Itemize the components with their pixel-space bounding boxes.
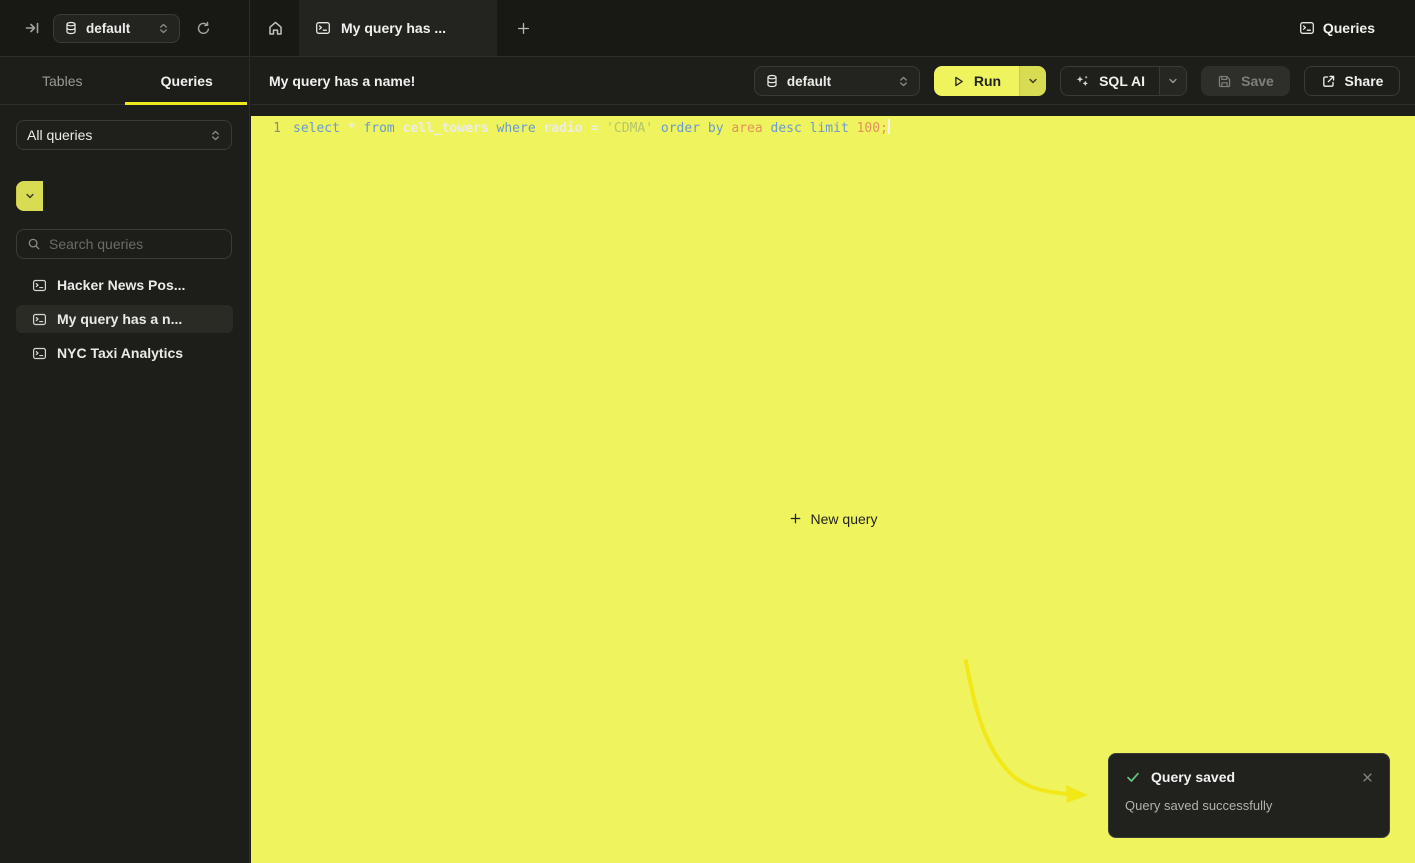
sidebar-tab-tables[interactable]: Tables [0, 58, 125, 104]
database-icon [765, 74, 779, 88]
terminal-icon [32, 312, 47, 327]
share-external-icon [1321, 74, 1336, 89]
toast-message: Query saved successfully [1125, 798, 1373, 813]
sidebar-tabs: Tables Queries [0, 58, 249, 105]
sidebar-tab-tables-label: Tables [42, 73, 82, 89]
sql-ai-button[interactable]: SQL AI [1061, 67, 1159, 95]
close-icon [1362, 772, 1373, 783]
check-icon [1125, 769, 1141, 785]
sql-token: order by [661, 121, 731, 136]
topbar-database-selector[interactable]: default [53, 14, 180, 43]
search-icon [27, 237, 41, 251]
sql-token: where [497, 121, 544, 136]
editor-line-number: 1 [251, 119, 281, 139]
terminal-icon [32, 346, 47, 361]
new-query-dropdown-button[interactable] [16, 181, 43, 211]
chevron-down-icon [25, 191, 35, 201]
text-cursor [888, 119, 890, 134]
arrow-to-bar-icon [24, 20, 40, 36]
sql-token: limit [810, 121, 857, 136]
save-button[interactable]: Save [1201, 66, 1290, 96]
database-selector-value: default [86, 21, 130, 36]
sql-token: desc [771, 121, 810, 136]
collapse-sidebar-button[interactable] [24, 20, 40, 36]
query-toolbar: My query has a name! default Run [251, 58, 1415, 105]
play-icon [952, 75, 965, 88]
share-button-label: Share [1345, 73, 1384, 89]
plus-icon [516, 21, 531, 36]
toast-header: Query saved [1125, 769, 1373, 785]
sql-ai-button-label: SQL AI [1099, 73, 1145, 89]
sql-token: cell_towers [403, 121, 497, 136]
toolbar-actions: default Run SQL AI [754, 66, 1400, 96]
sql-ai-dropdown-button[interactable] [1159, 67, 1186, 95]
main-area: My query has a name! default Run [251, 58, 1415, 863]
new-query-split-button: New query [16, 181, 232, 211]
sql-token: 100 [857, 121, 880, 136]
terminal-icon [315, 20, 331, 36]
toast-close-button[interactable] [1362, 772, 1373, 783]
home-icon [267, 20, 284, 37]
toast-title: Query saved [1151, 769, 1235, 785]
sql-console-app: default My query has ... Queries Tables [0, 0, 1415, 863]
chevron-up-down-icon [898, 76, 909, 87]
query-list-item-label: Hacker News Pos... [57, 277, 185, 293]
query-filter-select[interactable]: All queries [16, 120, 232, 150]
query-list-item[interactable]: NYC Taxi Analytics [16, 339, 233, 367]
sidebar: Tables Queries All queries New query [0, 58, 250, 863]
query-filter-value: All queries [27, 127, 92, 143]
sql-token: ; [880, 121, 888, 136]
run-dropdown-button[interactable] [1019, 66, 1046, 96]
toolbar-database-value: default [787, 74, 831, 89]
query-tab[interactable]: My query has ... [299, 0, 497, 56]
chevron-up-down-icon [210, 130, 221, 141]
refresh-button[interactable] [190, 15, 216, 41]
run-button[interactable]: Run [934, 66, 1019, 96]
sidebar-tab-queries-label: Queries [161, 73, 213, 89]
terminal-icon [1299, 20, 1315, 36]
search-queries-box [16, 229, 232, 259]
run-split-button: Run [934, 66, 1046, 96]
sparkles-icon [1075, 74, 1090, 89]
topbar-left-section: default [0, 0, 250, 56]
sql-token: = [590, 121, 606, 136]
refresh-icon [196, 21, 211, 36]
chevron-down-icon [1168, 76, 1178, 86]
queries-label: Queries [1323, 20, 1375, 36]
save-button-label: Save [1241, 73, 1274, 89]
query-list-item[interactable]: Hacker News Pos... [16, 271, 233, 299]
run-button-label: Run [974, 73, 1001, 89]
database-icon [64, 21, 78, 35]
new-tab-button[interactable] [509, 13, 537, 43]
sql-token: select [293, 121, 348, 136]
query-list-item-selected[interactable]: My query has a n... [16, 305, 233, 333]
chevron-up-down-icon [158, 23, 169, 34]
query-list-item-label: NYC Taxi Analytics [57, 345, 183, 361]
share-button[interactable]: Share [1304, 66, 1400, 96]
query-tab-label: My query has ... [341, 20, 446, 36]
sidebar-content: All queries New query Hacker N [0, 105, 249, 367]
chevron-down-icon [1028, 76, 1038, 86]
sql-code-line: select * from cell_towers where radio = … [293, 119, 890, 139]
sql-editor[interactable]: 1 select * from cell_towers where radio … [251, 105, 1415, 139]
sql-token: area [731, 121, 770, 136]
search-queries-input[interactable] [49, 236, 221, 252]
topbar: default My query has ... Queries [0, 0, 1415, 57]
sql-token: from [363, 121, 402, 136]
sql-ai-split-button: SQL AI [1060, 66, 1187, 96]
toolbar-database-selector[interactable]: default [754, 66, 920, 96]
saved-queries-list: Hacker News Pos... My query has a n... N… [16, 271, 233, 367]
sql-token: * [348, 121, 364, 136]
terminal-icon [32, 278, 47, 293]
toast-query-saved: Query saved Query saved successfully [1108, 753, 1390, 838]
sidebar-tab-queries[interactable]: Queries [125, 58, 250, 104]
topbar-queries-indicator[interactable]: Queries [1299, 0, 1415, 56]
save-icon [1217, 74, 1232, 89]
sql-token: 'CDMA' [606, 121, 661, 136]
home-button[interactable] [262, 13, 288, 43]
query-title: My query has a name! [269, 73, 415, 89]
query-list-item-label: My query has a n... [57, 311, 182, 327]
sql-token: radio [543, 121, 590, 136]
